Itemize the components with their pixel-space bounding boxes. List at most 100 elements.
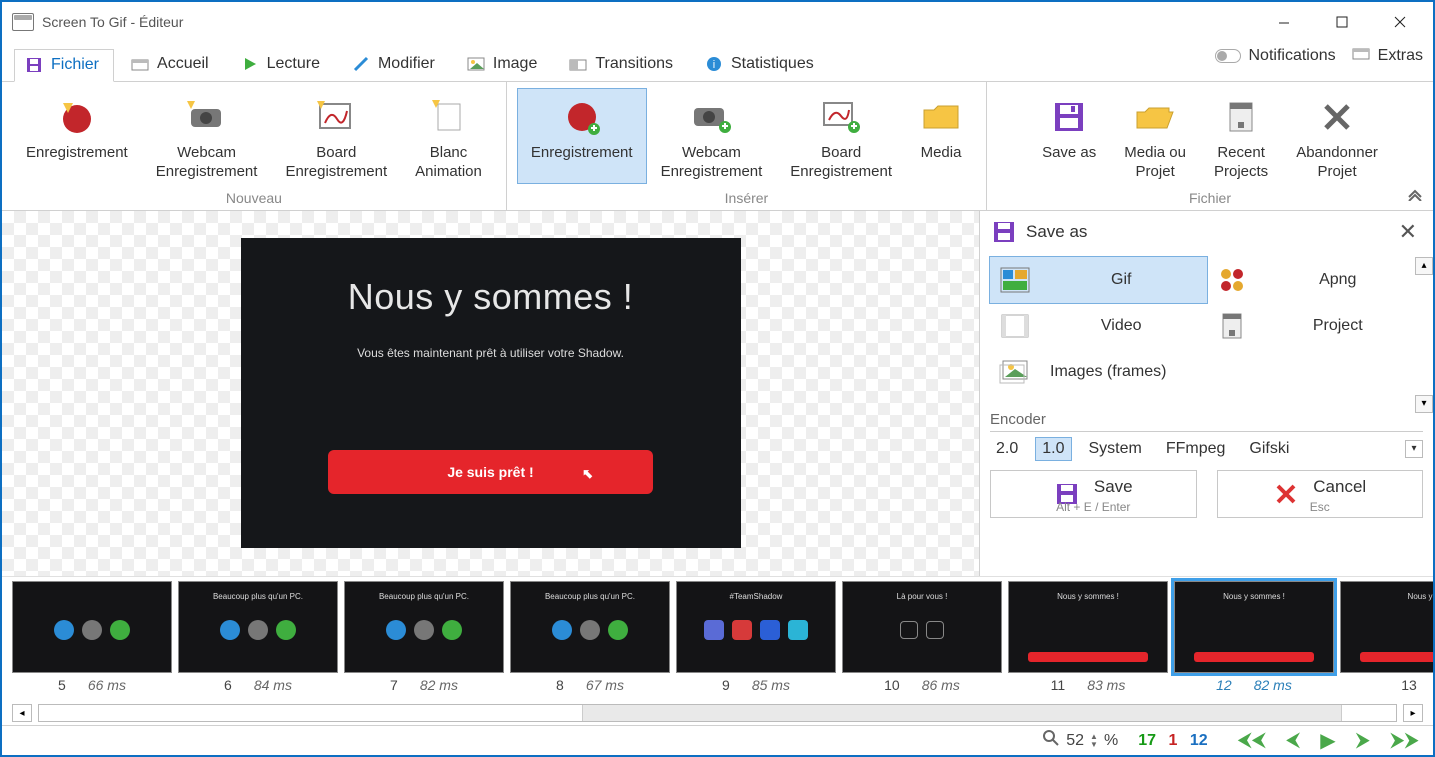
magnifier-icon [1042, 729, 1060, 752]
btn-label2: Enregistrement [790, 163, 892, 182]
minimize-button[interactable] [1255, 2, 1313, 42]
count-current: 12 [1190, 732, 1208, 749]
notifications-toggle[interactable]: Notifications [1215, 47, 1336, 65]
tab-statistiques[interactable]: i Statistiques [694, 48, 829, 81]
frame-thumbnail[interactable]: Là pour vous ! 10 86 ms [842, 581, 1002, 693]
frame-thumbnail[interactable]: Nous y 13 [1340, 581, 1433, 693]
btn-media-insert[interactable]: Media [906, 88, 976, 184]
svg-text:i: i [713, 59, 715, 71]
save-button[interactable]: Save Alt + E / Enter [990, 470, 1197, 518]
nav-first-button[interactable]: ⮜⮜ [1238, 729, 1266, 752]
btn-rec-insert[interactable]: Enregistrement [517, 88, 647, 184]
canvas-area[interactable]: Nous y sommes ! Vous êtes maintenant prê… [2, 211, 980, 577]
encoder-gifski[interactable]: Gifski [1243, 438, 1295, 460]
nav-play-button[interactable]: ▶ [1320, 728, 1335, 753]
info-icon: i [705, 55, 723, 73]
encoder-2.0[interactable]: 2.0 [990, 438, 1024, 460]
encoder-ffmpeg[interactable]: FFmpeg [1160, 438, 1232, 460]
format-label: Gif [1044, 271, 1199, 289]
frame-thumbnail[interactable]: Nous y sommes ! 12 82 ms [1174, 581, 1334, 693]
folder-open-icon [1134, 96, 1176, 138]
panel-scroll-down[interactable]: ▾ [1415, 395, 1433, 413]
encoder-system[interactable]: System [1083, 438, 1148, 460]
btn-webcam-insert[interactable]: Webcam Enregistrement [647, 88, 777, 184]
frame-duration: 66 ms [88, 677, 126, 693]
scroll-thumb[interactable] [582, 705, 1342, 721]
tab-label: Fichier [51, 56, 99, 74]
frame-thumbnail[interactable]: Beaucoup plus qu'un PC. 6 84 ms [178, 581, 338, 693]
tab-transitions[interactable]: Transitions [558, 48, 688, 81]
thumbnail-image: Nous y sommes ! [1008, 581, 1168, 673]
btn-label2: Projects [1214, 163, 1268, 182]
app-icon [12, 13, 34, 31]
thumbnail-image: Nous y [1340, 581, 1433, 673]
tab-modifier[interactable]: Modifier [341, 48, 450, 81]
nav-prev-button[interactable]: ⮜ [1286, 729, 1300, 752]
panel-scroll-up[interactable]: ▴ [1415, 257, 1433, 275]
format-video[interactable]: Video [990, 303, 1207, 349]
btn-board-new[interactable]: Board Enregistrement [271, 88, 401, 184]
btn-recent-projects[interactable]: Recent Projects [1200, 88, 1282, 184]
btn-media-project[interactable]: Media ou Projet [1110, 88, 1200, 184]
folder-icon [920, 96, 962, 138]
tab-accueil[interactable]: Accueil [120, 48, 224, 81]
board-icon [315, 96, 357, 138]
save-icon [990, 218, 1018, 246]
frame-thumbnail[interactable]: Nous y sommes ! 11 83 ms [1008, 581, 1168, 693]
maximize-button[interactable] [1313, 2, 1371, 42]
preview-button: Je suis prêt ! ⬉ [328, 450, 653, 494]
save-as-panel: Save as ✕ Gif Apng Video [980, 211, 1433, 577]
thumbnail-image: Beaucoup plus qu'un PC. [510, 581, 670, 673]
zoom-control[interactable]: 52 ▲▼ % [1042, 729, 1118, 752]
btn-label: Media ou [1124, 144, 1186, 163]
nav-next-button[interactable]: ⮞ [1356, 729, 1370, 752]
frame-thumbnail[interactable]: Beaucoup plus qu'un PC. 8 67 ms [510, 581, 670, 693]
pencil-icon [352, 55, 370, 73]
scroll-track[interactable] [38, 704, 1397, 722]
btn-label: Enregistrement [531, 144, 633, 163]
cancel-label: Cancel [1313, 477, 1366, 497]
format-gif[interactable]: Gif [990, 257, 1207, 303]
btn-label: Board [316, 144, 356, 163]
btn-label: Abandonner [1296, 144, 1378, 163]
btn-blanc-new[interactable]: Blanc Animation [401, 88, 496, 184]
ribbon-collapse-button[interactable] [1405, 187, 1425, 206]
frame-counts: 17 1 12 [1134, 732, 1211, 750]
record-icon [56, 96, 98, 138]
group-label: Insérer [725, 190, 769, 206]
frame-thumbnail[interactable]: #TeamShadow 9 85 ms [676, 581, 836, 693]
encoder-1.0[interactable]: 1.0 [1036, 438, 1070, 460]
workspace: Nous y sommes ! Vous êtes maintenant prê… [2, 211, 1433, 577]
btn-rec-new[interactable]: Enregistrement [12, 88, 142, 184]
close-icon [1316, 96, 1358, 138]
nav-last-button[interactable]: ⮞⮞ [1390, 729, 1419, 752]
cancel-button[interactable]: Cancel Esc [1217, 470, 1424, 518]
frames-strip[interactable]: 5 66 ms Beaucoup plus qu'un PC. 6 84 ms … [2, 576, 1433, 701]
video-icon [998, 309, 1032, 343]
zoom-spinner[interactable]: ▲▼ [1090, 733, 1098, 749]
extras-button[interactable]: Extras [1352, 46, 1423, 65]
scroll-right-button[interactable]: ▸ [1403, 704, 1423, 722]
btn-webcam-new[interactable]: Webcam Enregistrement [142, 88, 272, 184]
tab-image[interactable]: Image [456, 48, 552, 81]
btn-saveas[interactable]: Save as [1028, 88, 1110, 184]
format-grid: Gif Apng Video Project [990, 257, 1423, 395]
format-apng[interactable]: Apng [1207, 257, 1424, 303]
frame-thumbnail[interactable]: Beaucoup plus qu'un PC. 7 82 ms [344, 581, 504, 693]
btn-board-insert[interactable]: Board Enregistrement [776, 88, 906, 184]
close-button[interactable] [1371, 2, 1429, 42]
format-label: Images (frames) [1044, 363, 1415, 381]
encoder-expand[interactable]: ▾ [1405, 440, 1423, 458]
panel-close-button[interactable]: ✕ [1393, 217, 1423, 247]
frame-duration: 86 ms [922, 677, 960, 693]
format-project[interactable]: Project [1207, 303, 1424, 349]
thumbnail-image: Beaucoup plus qu'un PC. [344, 581, 504, 673]
cancel-hint: Esc [1218, 500, 1423, 514]
frame-thumbnail[interactable]: 5 66 ms [12, 581, 172, 693]
btn-abandon[interactable]: Abandonner Projet [1282, 88, 1392, 184]
format-images[interactable]: Images (frames) [990, 349, 1423, 395]
tab-fichier[interactable]: Fichier [14, 49, 114, 82]
tab-lecture[interactable]: Lecture [230, 48, 335, 81]
project-icon [1215, 309, 1249, 343]
scroll-left-button[interactable]: ◂ [12, 704, 32, 722]
